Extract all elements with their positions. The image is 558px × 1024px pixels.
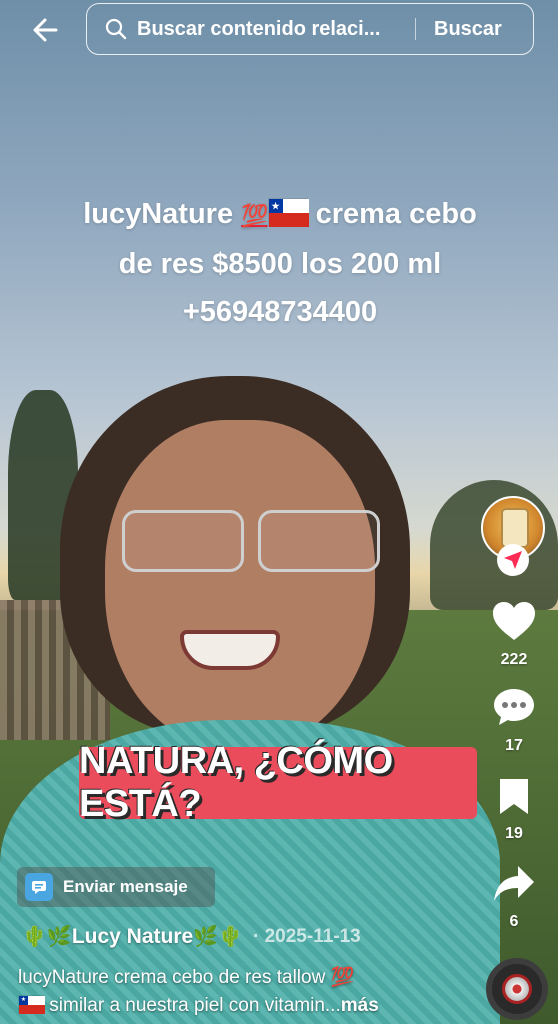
- music-disc-icon: [502, 974, 532, 1004]
- save-count: 19: [505, 825, 523, 842]
- overlay-title-part1: lucyNature: [83, 198, 242, 230]
- hundred-points-emoji: 💯: [241, 203, 268, 228]
- description-line2: similar a nuestra piel con vitamin...: [44, 995, 341, 1016]
- chile-flag-icon: ★: [18, 995, 45, 1014]
- search-bar[interactable]: Buscar contenido relaci... Buscar: [86, 3, 534, 55]
- post-date: · 2025-11-13: [253, 925, 361, 947]
- person-smile: [180, 630, 280, 670]
- author-name[interactable]: Lucy Nature: [72, 925, 193, 949]
- description-line1: lucyNature crema cebo de res tallow 💯: [18, 967, 355, 988]
- search-icon: [105, 18, 127, 40]
- search-input[interactable]: Buscar contenido relaci...: [137, 18, 399, 41]
- author-suffix-emoji: 🌿🌵: [193, 926, 243, 948]
- share-arrow-icon: [494, 866, 534, 901]
- overlay-title-line2: de res $8500 los 200 ml: [118, 248, 442, 280]
- chile-flag-icon: ★: [267, 198, 309, 227]
- like-button[interactable]: 222: [478, 600, 550, 669]
- send-message-button[interactable]: Enviar mensaje: [17, 867, 215, 907]
- video-description[interactable]: lucyNature crema cebo de res tallow 💯 ★ …: [18, 964, 458, 1020]
- share-count: 6: [509, 913, 519, 930]
- arrow-left-icon: [33, 18, 58, 42]
- bookmark-icon: [500, 779, 528, 814]
- follow-icon: [504, 551, 522, 569]
- author-prefix-emoji: 🌵🌿: [22, 926, 72, 948]
- overlay-title-line3: +56948734400: [182, 296, 378, 328]
- more-link[interactable]: más: [341, 995, 379, 1016]
- search-button[interactable]: Buscar: [434, 18, 502, 41]
- music-disc[interactable]: [486, 958, 548, 1020]
- heart-icon: [493, 602, 535, 640]
- comment-count: 17: [505, 737, 523, 754]
- caption-banner: NATURA, ¿CÓMO ESTÁ?: [79, 740, 477, 825]
- chat-icon: [25, 873, 53, 901]
- comment-button[interactable]: 17: [478, 686, 550, 755]
- person-glasses: [122, 510, 380, 600]
- comment-bubble-icon: [494, 689, 534, 725]
- author-row: 🌵🌿 Lucy Nature 🌿🌵 · 2025-11-13: [22, 924, 361, 949]
- save-button[interactable]: 19: [478, 776, 550, 843]
- overlay-title-part2: crema cebo: [307, 198, 477, 230]
- caption-text: NATURA, ¿CÓMO ESTÁ?: [79, 740, 393, 825]
- share-button[interactable]: 6: [478, 864, 550, 931]
- back-button[interactable]: [28, 12, 64, 48]
- search-divider: [415, 18, 416, 40]
- send-message-label: Enviar mensaje: [63, 877, 188, 896]
- video-overlay-title: lucyNature 💯 ★ crema cebo de res $8500 lo…: [30, 190, 530, 336]
- like-count: 222: [500, 651, 528, 668]
- follow-button[interactable]: [497, 544, 529, 576]
